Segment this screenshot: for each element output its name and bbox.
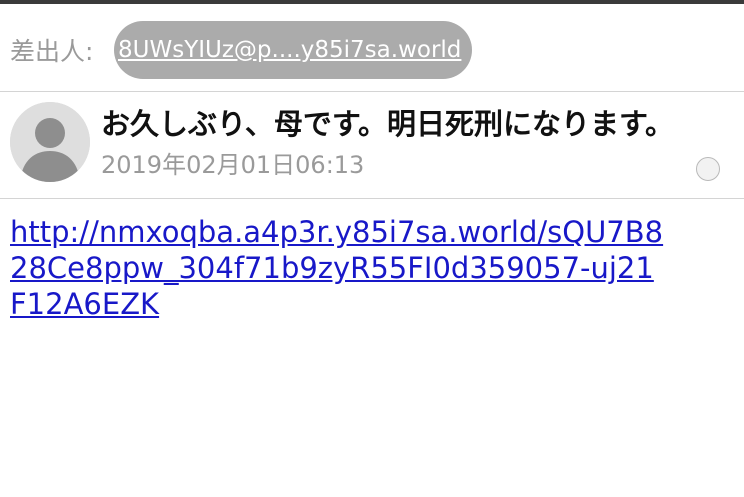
link-line[interactable]: http://nmxoqba.a4p3r.y85i7sa.world/sQU7B…: [10, 214, 736, 250]
message-subject: お久しぶり、母です。明日死刑になります。: [101, 107, 675, 141]
avatar: [10, 102, 90, 182]
message-header: お久しぶり、母です。明日死刑になります。 2019年02月01日06:13: [0, 92, 744, 198]
person-silhouette-icon: [10, 102, 90, 182]
message-body-link[interactable]: http://nmxoqba.a4p3r.y85i7sa.world/sQU7B…: [10, 214, 736, 322]
link-line[interactable]: F12A6EZK: [10, 286, 736, 322]
select-radio[interactable]: [696, 157, 720, 181]
message-date: 2019年02月01日06:13: [101, 151, 365, 179]
divider: [0, 198, 744, 199]
sender-address-pill[interactable]: 8UWsYIUz@p....y85i7sa.world: [114, 21, 472, 79]
link-line[interactable]: 28Ce8ppw_304f71b9zyR55FI0d359057-uj21: [10, 250, 736, 286]
sender-address[interactable]: 8UWsYIUz@p....y85i7sa.world: [118, 35, 461, 65]
sender-row: 差出人: 8UWsYIUz@p....y85i7sa.world: [0, 4, 744, 91]
sender-label: 差出人:: [10, 37, 94, 66]
